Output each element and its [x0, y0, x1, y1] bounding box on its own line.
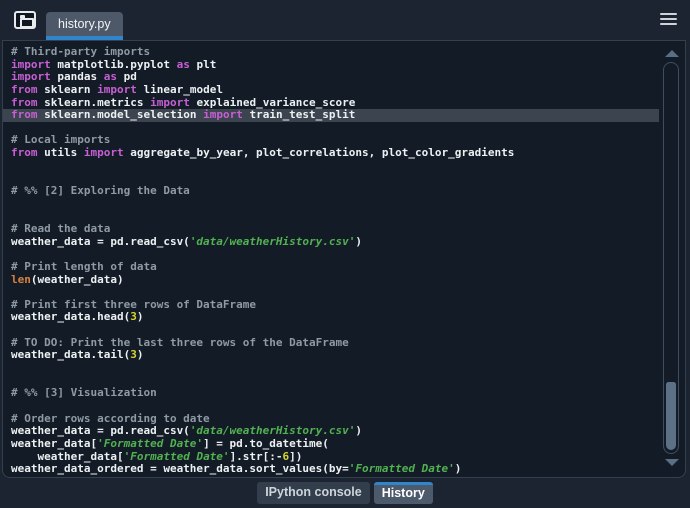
token-str: 'Formatted Date' — [123, 449, 230, 463]
token-str: 'Formatted Date' — [97, 436, 204, 450]
scrollbar — [661, 41, 683, 477]
token-kw: from — [11, 95, 38, 109]
token-num: 3 — [130, 348, 137, 362]
token-txt: ) — [136, 348, 144, 362]
token-txt: train_test_split — [242, 108, 356, 122]
scroll-up-arrow-icon[interactable] — [665, 50, 679, 57]
token-com: # %% [2] Exploring the Data — [11, 184, 190, 198]
scrollbar-thumb[interactable] — [666, 382, 676, 450]
token-txt: pandas — [50, 70, 104, 84]
token-txt: ]) — [289, 449, 303, 463]
token-kw: import — [97, 82, 137, 96]
token-kw: import — [83, 146, 124, 160]
token-kw: from — [11, 146, 38, 160]
token-com: # Order rows according to date — [11, 411, 210, 425]
tab-ipython-console[interactable]: IPython console — [257, 482, 370, 504]
token-txt: linear_model — [136, 82, 223, 96]
token-txt: weather_data.tail( — [11, 348, 131, 362]
code-line[interactable] — [3, 362, 659, 375]
token-bi: len — [11, 272, 31, 286]
code-line[interactable]: # %% [3] Visualization — [3, 386, 659, 400]
token-com: # Print first three rows of DataFrame — [11, 297, 257, 311]
token-txt: sklearn.metrics — [37, 95, 151, 109]
token-txt: explained_variance_score — [189, 95, 356, 109]
token-str: 'Formatted Date' — [348, 462, 455, 476]
token-com: # Read the data — [11, 221, 111, 235]
token-com: # Print length of data — [11, 259, 157, 273]
token-kw: as — [103, 70, 117, 84]
token-txt: ) — [355, 234, 363, 248]
token-txt: (weather_data) — [30, 272, 124, 286]
code-line[interactable]: weather_data.tail(3) — [3, 349, 659, 362]
token-txt: ].str[:- — [229, 449, 283, 463]
scroll-down-arrow-icon[interactable] — [665, 459, 679, 466]
token-txt: utils — [37, 146, 84, 160]
token-str: 'data/weatherHistory.csv' — [189, 424, 356, 438]
token-com: # Local imports — [11, 133, 111, 147]
editor-header-bar: history.py — [0, 0, 690, 40]
folder-glyph — [20, 15, 34, 28]
token-com: # %% [3] Visualization — [11, 386, 157, 400]
history-pane: history.py # Third-party imports import m… — [0, 0, 690, 508]
token-txt: weather_data[ — [11, 436, 98, 450]
code-line[interactable]: weather_data_ordered = weather_data.sort… — [3, 462, 659, 476]
scrollbar-track[interactable] — [663, 62, 679, 454]
code-line[interactable]: weather_data = pd.read_csv('data/weather… — [3, 234, 659, 249]
code-line-highlighted[interactable]: from sklearn.model_selection import trai… — [3, 108, 659, 122]
code-line[interactable]: # %% [2] Exploring the Data — [3, 184, 659, 198]
token-com: # Third-party imports — [11, 45, 151, 58]
token-txt: ) — [355, 424, 363, 438]
pane-tabs-bar: IPython console History — [0, 480, 690, 508]
token-kw: from — [11, 82, 38, 96]
token-txt: ) — [136, 310, 144, 324]
token-kw: import — [11, 57, 51, 71]
token-txt: ) — [454, 462, 462, 476]
token-txt: weather_data_ordered = weather_data.sort… — [11, 462, 349, 476]
token-kw: import — [11, 70, 51, 84]
code-line[interactable]: from utils import aggregate_by_year, plo… — [3, 146, 659, 160]
tab-history-py[interactable]: history.py — [46, 12, 123, 40]
token-kw: as — [176, 57, 190, 71]
token-txt: weather_data = pd.read_csv( — [11, 424, 190, 438]
hamburger-menu-icon[interactable] — [660, 13, 677, 26]
token-txt: ] = pd.to_datetime( — [203, 436, 329, 450]
code-editor-panel: # Third-party imports import matplotlib.p… — [2, 40, 686, 478]
code-line[interactable] — [3, 160, 659, 173]
token-kw: from — [11, 108, 38, 122]
token-txt: weather_data = pd.read_csv( — [11, 234, 190, 248]
token-txt: weather_data[ — [11, 449, 124, 463]
token-txt: aggregate_by_year, plot_correlations, pl… — [123, 146, 515, 160]
token-kw: import — [150, 95, 190, 109]
token-kw: import — [203, 108, 243, 122]
token-txt: pd — [116, 70, 137, 84]
token-str: 'data/weatherHistory.csv' — [189, 234, 356, 248]
tab-history[interactable]: History — [373, 482, 433, 504]
token-txt: weather_data.head( — [11, 310, 131, 324]
code-area[interactable]: # Third-party imports import matplotlib.p… — [3, 45, 659, 476]
token-txt: sklearn.model_selection — [37, 108, 204, 122]
token-txt: matplotlib.pyplot — [50, 57, 177, 71]
code-line[interactable]: weather_data.head(3) — [3, 311, 659, 324]
code-line[interactable]: len(weather_data) — [3, 272, 659, 287]
token-com: # TO DO: Print the last three rows of th… — [11, 335, 349, 349]
file-switcher-icon[interactable] — [14, 11, 36, 29]
token-txt: sklearn — [37, 82, 98, 96]
code-line[interactable] — [3, 198, 659, 211]
token-txt: plt — [189, 57, 217, 71]
token-num: 3 — [130, 310, 137, 324]
